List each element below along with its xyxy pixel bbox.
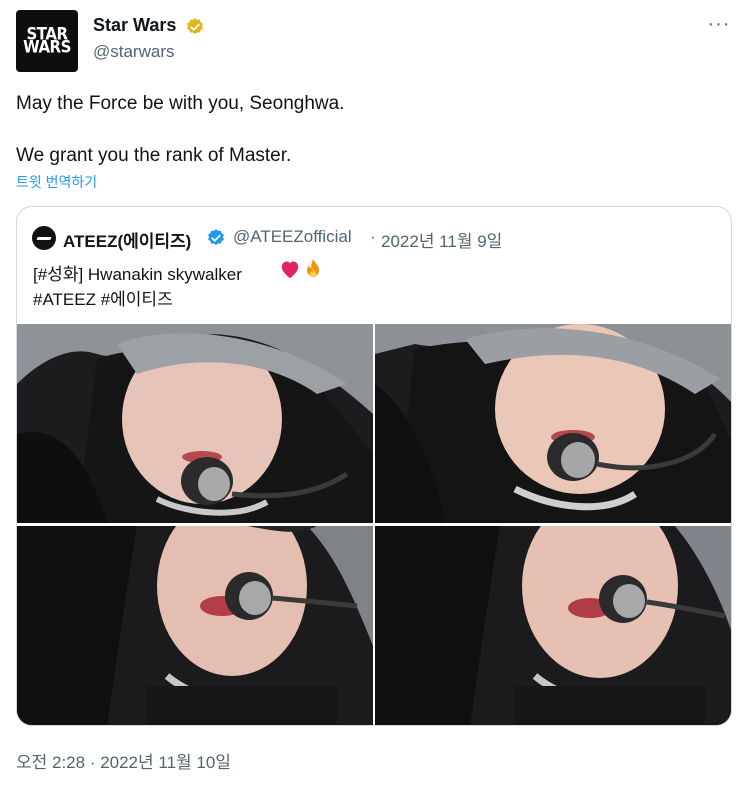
quoted-text-line2: #ATEEZ #에이티즈: [33, 290, 173, 309]
avatar-logo-line2: WARS: [23, 36, 71, 58]
quoted-separator: ·: [370, 227, 376, 246]
fire-icon: [307, 259, 319, 278]
author-avatar[interactable]: STAR WARS: [16, 10, 78, 72]
quoted-author-handle: @ATEEZofficial: [233, 227, 352, 246]
tweet: STAR WARS Star Wars @starwars ··· May th…: [0, 0, 746, 789]
quoted-photo-2[interactable]: [375, 324, 731, 523]
more-horizontal-icon[interactable]: ···: [706, 14, 732, 40]
translate-tweet-link[interactable]: 트윗 번역하기: [16, 172, 97, 192]
tweet-timestamp[interactable]: 오전 2:28 · 2022년 11월 10일: [16, 748, 231, 773]
quoted-author-avatar[interactable]: [32, 226, 56, 250]
verified-gold-icon: [187, 18, 203, 35]
quoted-text-line1: [#성화] Hwanakin skywalker: [33, 265, 242, 284]
quoted-date: 2022년 11월 9일: [381, 232, 503, 251]
quoted-photo-1[interactable]: [17, 324, 373, 523]
verified-blue-icon: [208, 229, 224, 246]
quoted-photo-3[interactable]: [17, 526, 373, 725]
tweet-text-line2: We grant you the rank of Master.: [16, 145, 292, 166]
quoted-author-name: ATEEZ(에이티즈): [63, 232, 192, 251]
red-heart-icon: [281, 261, 299, 279]
tweet-text-line1: May the Force be with you, Seonghwa.: [16, 93, 345, 114]
quoted-tweet[interactable]: ATEEZ(에이티즈) @ATEEZofficial · 2022년 11월 9…: [16, 206, 732, 726]
author-name[interactable]: Star Wars: [93, 15, 176, 36]
author-handle[interactable]: @starwars: [93, 42, 175, 62]
quoted-photo-4[interactable]: [375, 526, 731, 725]
